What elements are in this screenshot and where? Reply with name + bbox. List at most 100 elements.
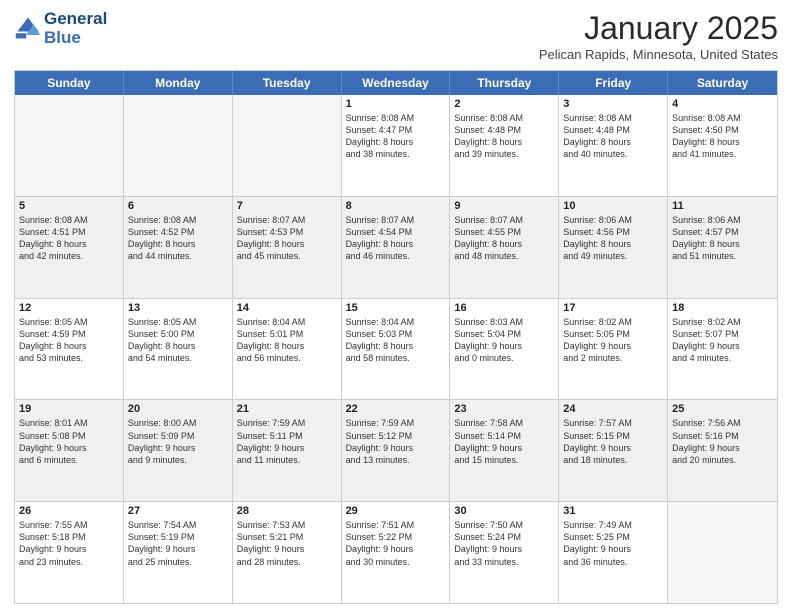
cal-cell: 28 Sunrise: 7:53 AMSunset: 5:21 PMDayligh… [233,502,342,603]
logo-icon [14,14,42,42]
day-number: 1 [346,98,446,110]
day-number: 23 [454,403,554,415]
cell-info: Sunrise: 7:56 AMSunset: 5:16 PMDaylight:… [672,417,773,466]
cell-info: Sunrise: 8:07 AMSunset: 4:53 PMDaylight:… [237,214,337,263]
cell-info: Sunrise: 7:54 AMSunset: 5:19 PMDaylight:… [128,519,228,568]
cal-cell: 26Sunrise: 7:55 AMSunset: 5:18 PMDayligh… [15,502,124,603]
cal-cell: 9 Sunrise: 8:07 AMSunset: 4:55 PMDaylight… [450,197,559,298]
cell-info: Sunrise: 8:01 AMSunset: 5:08 PMDaylight:… [19,417,119,466]
day-number: 3 [563,98,663,110]
cell-info: Sunrise: 7:49 AMSunset: 5:25 PMDaylight:… [563,519,663,568]
cell-info: Sunrise: 8:02 AMSunset: 5:07 PMDaylight:… [672,316,773,365]
cell-info: Sunrise: 8:03 AMSunset: 5:04 PMDaylight:… [454,316,554,365]
cell-info: Sunrise: 8:07 AMSunset: 4:55 PMDaylight:… [454,214,554,263]
header-day-monday: Monday [124,71,233,95]
day-number: 8 [346,200,446,212]
day-number: 6 [128,200,228,212]
cal-cell: 14 Sunrise: 8:04 AMSunset: 5:01 PMDayligh… [233,299,342,400]
cal-cell: 11 Sunrise: 8:06 AMSunset: 4:57 PMDayligh… [668,197,777,298]
header: General Blue January 2025 Pelican Rapids… [14,10,778,62]
title-block: January 2025 Pelican Rapids, Minnesota, … [539,10,778,62]
cal-cell [15,95,124,196]
cal-cell: 13 Sunrise: 8:05 AMSunset: 5:00 PMDayligh… [124,299,233,400]
day-number: 9 [454,200,554,212]
day-number: 19 [19,403,119,415]
day-number: 13 [128,302,228,314]
day-number: 15 [346,302,446,314]
header-day-friday: Friday [559,71,668,95]
cell-info: Sunrise: 7:59 AMSunset: 5:11 PMDaylight:… [237,417,337,466]
cell-info: Sunrise: 8:00 AMSunset: 5:09 PMDaylight:… [128,417,228,466]
cal-cell: 3 Sunrise: 8:08 AMSunset: 4:48 PMDaylight… [559,95,668,196]
cell-info: Sunrise: 7:58 AMSunset: 5:14 PMDaylight:… [454,417,554,466]
cell-info: Sunrise: 7:57 AMSunset: 5:15 PMDaylight:… [563,417,663,466]
day-number: 25 [672,403,773,415]
month-title: January 2025 [539,10,778,47]
cell-info: Sunrise: 7:53 AMSunset: 5:21 PMDaylight:… [237,519,337,568]
logo: General Blue [14,10,107,47]
day-number: 22 [346,403,446,415]
location: Pelican Rapids, Minnesota, United States [539,47,778,62]
cal-cell: 27 Sunrise: 7:54 AMSunset: 5:19 PMDayligh… [124,502,233,603]
day-number: 17 [563,302,663,314]
day-number: 2 [454,98,554,110]
cal-cell: 6 Sunrise: 8:08 AMSunset: 4:52 PMDaylight… [124,197,233,298]
day-number: 4 [672,98,773,110]
header-day-thursday: Thursday [450,71,559,95]
cell-info: Sunrise: 8:02 AMSunset: 5:05 PMDaylight:… [563,316,663,365]
cal-cell [124,95,233,196]
cal-cell: 8 Sunrise: 8:07 AMSunset: 4:54 PMDaylight… [342,197,451,298]
cell-info: Sunrise: 8:08 AMSunset: 4:47 PMDaylight:… [346,112,446,161]
cal-cell: 24Sunrise: 7:57 AMSunset: 5:15 PMDayligh… [559,400,668,501]
cal-week-4: 19 Sunrise: 8:01 AMSunset: 5:08 PMDayligh… [15,399,777,501]
page: General Blue January 2025 Pelican Rapids… [0,0,792,612]
cell-info: Sunrise: 8:06 AMSunset: 4:57 PMDaylight:… [672,214,773,263]
day-number: 11 [672,200,773,212]
day-number: 10 [563,200,663,212]
cell-info: Sunrise: 7:50 AMSunset: 5:24 PMDaylight:… [454,519,554,568]
cal-cell: 10 Sunrise: 8:06 AMSunset: 4:56 PMDayligh… [559,197,668,298]
cell-info: Sunrise: 7:59 AMSunset: 5:12 PMDaylight:… [346,417,446,466]
day-number: 30 [454,505,554,517]
cal-week-3: 12Sunrise: 8:05 AMSunset: 4:59 PMDayligh… [15,298,777,400]
day-number: 7 [237,200,337,212]
day-number: 21 [237,403,337,415]
day-number: 5 [19,200,119,212]
cal-cell: 22 Sunrise: 7:59 AMSunset: 5:12 PMDayligh… [342,400,451,501]
cal-cell: 25 Sunrise: 7:56 AMSunset: 5:16 PMDayligh… [668,400,777,501]
cal-cell: 4 Sunrise: 8:08 AMSunset: 4:50 PMDaylight… [668,95,777,196]
day-number: 27 [128,505,228,517]
day-number: 31 [563,505,663,517]
cell-info: Sunrise: 8:08 AMSunset: 4:51 PMDaylight:… [19,214,119,263]
cal-cell: 17 Sunrise: 8:02 AMSunset: 5:05 PMDayligh… [559,299,668,400]
cal-cell: 31 Sunrise: 7:49 AMSunset: 5:25 PMDayligh… [559,502,668,603]
cal-cell: 2 Sunrise: 8:08 AMSunset: 4:48 PMDaylight… [450,95,559,196]
calendar-body: 1 Sunrise: 8:08 AMSunset: 4:47 PMDaylight… [15,95,777,603]
cell-info: Sunrise: 8:08 AMSunset: 4:50 PMDaylight:… [672,112,773,161]
cal-cell: 1 Sunrise: 8:08 AMSunset: 4:47 PMDaylight… [342,95,451,196]
day-number: 28 [237,505,337,517]
cell-info: Sunrise: 7:55 AMSunset: 5:18 PMDaylight:… [19,519,119,568]
cell-info: Sunrise: 7:51 AMSunset: 5:22 PMDaylight:… [346,519,446,568]
cal-cell [233,95,342,196]
cal-cell: 7 Sunrise: 8:07 AMSunset: 4:53 PMDaylight… [233,197,342,298]
day-number: 14 [237,302,337,314]
cell-info: Sunrise: 8:04 AMSunset: 5:01 PMDaylight:… [237,316,337,365]
cell-info: Sunrise: 8:05 AMSunset: 5:00 PMDaylight:… [128,316,228,365]
cell-info: Sunrise: 8:08 AMSunset: 4:48 PMDaylight:… [563,112,663,161]
calendar-header: SundayMondayTuesdayWednesdayThursdayFrid… [15,71,777,95]
header-day-tuesday: Tuesday [233,71,342,95]
cell-info: Sunrise: 8:08 AMSunset: 4:48 PMDaylight:… [454,112,554,161]
logo-text: General Blue [44,10,107,47]
cell-info: Sunrise: 8:05 AMSunset: 4:59 PMDaylight:… [19,316,119,365]
logo-line1: General [44,10,107,29]
cell-info: Sunrise: 8:08 AMSunset: 4:52 PMDaylight:… [128,214,228,263]
cal-week-5: 26Sunrise: 7:55 AMSunset: 5:18 PMDayligh… [15,501,777,603]
cal-week-2: 5 Sunrise: 8:08 AMSunset: 4:51 PMDaylight… [15,196,777,298]
header-day-wednesday: Wednesday [342,71,451,95]
cell-info: Sunrise: 8:06 AMSunset: 4:56 PMDaylight:… [563,214,663,263]
cal-cell: 23 Sunrise: 7:58 AMSunset: 5:14 PMDayligh… [450,400,559,501]
header-day-sunday: Sunday [15,71,124,95]
cell-info: Sunrise: 8:07 AMSunset: 4:54 PMDaylight:… [346,214,446,263]
cal-cell: 5 Sunrise: 8:08 AMSunset: 4:51 PMDaylight… [15,197,124,298]
